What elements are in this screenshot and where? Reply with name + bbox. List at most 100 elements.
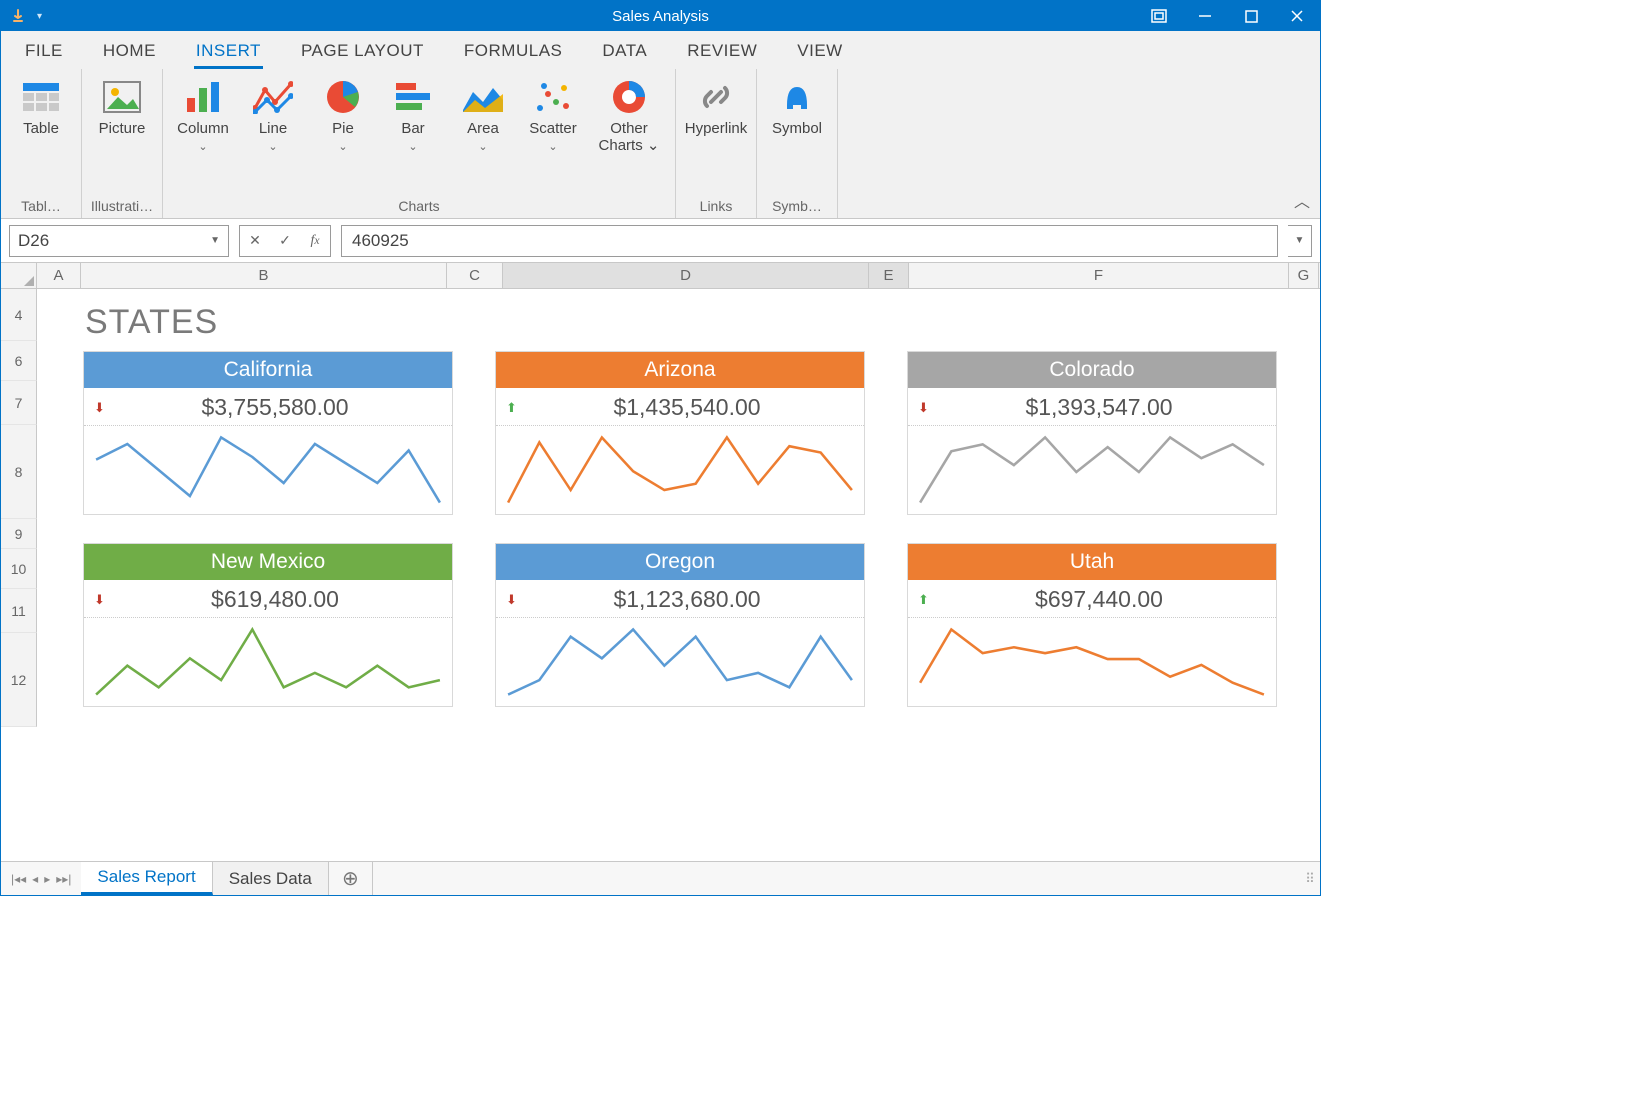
collapse-ribbon-icon[interactable]: ︿ — [1294, 188, 1310, 212]
cancel-formula-button[interactable]: ✕ — [240, 226, 270, 256]
select-all-corner[interactable] — [1, 263, 37, 288]
menu-tabs: FILE HOME INSERT PAGE LAYOUT FORMULAS DATA REV… — [1, 31, 1320, 69]
add-sheet-button[interactable]: ⊕ — [329, 862, 373, 895]
ribbon-area-button[interactable]: Area ⌄ — [451, 73, 515, 198]
card-value: $3,755,580.00 — [108, 394, 442, 421]
ribbon-group-links: HyperlinkLinks — [676, 69, 757, 218]
sheet-tab-sales-report[interactable]: Sales Report — [81, 862, 212, 895]
sheet-nav-next-icon[interactable]: ▸ — [44, 872, 50, 886]
ribbon: TableTabl…PictureIllustrati…Column⌄Line⌄… — [1, 69, 1320, 219]
chevron-down-icon: ⌄ — [478, 140, 487, 153]
formula-buttons: ✕ ✓ fx — [239, 225, 331, 257]
close-button[interactable] — [1274, 1, 1320, 31]
insert-function-button[interactable]: fx — [300, 226, 330, 256]
ribbon-hyperlink-button[interactable]: Hyperlink — [684, 73, 748, 198]
minimize-button[interactable] — [1182, 1, 1228, 31]
sheet-nav: |◂◂ ◂ ▸ ▸▸| — [1, 862, 81, 895]
ribbon-table-button[interactable]: Table — [9, 73, 73, 198]
card-value-row: ⬆$1,435,540.00 — [496, 388, 864, 426]
name-box-dropdown-icon[interactable]: ▼ — [210, 235, 220, 246]
menu-tab-page-layout[interactable]: PAGE LAYOUT — [299, 35, 426, 69]
ribbon-group-label: Charts — [171, 198, 667, 216]
formula-expand-icon[interactable]: ▼ — [1288, 225, 1312, 257]
state-card-new-mexico: New Mexico⬇$619,480.00 — [83, 543, 453, 707]
row-header-6[interactable]: 6 — [1, 341, 37, 381]
picture-icon — [102, 77, 142, 117]
titlebar: ▾ Sales Analysis — [1, 1, 1320, 31]
trend-down-icon: ⬇ — [94, 592, 108, 608]
state-card-oregon: Oregon⬇$1,123,680.00 — [495, 543, 865, 707]
sheet-nav-last-icon[interactable]: ▸▸| — [56, 872, 71, 886]
column-header-A[interactable]: A — [37, 263, 81, 288]
column-icon — [183, 77, 223, 117]
other-icon — [609, 77, 649, 117]
cell-area[interactable]: STATES California⬇$3,755,580.00Arizona⬆$… — [37, 289, 1320, 861]
sparkline — [84, 618, 452, 706]
menu-tab-review[interactable]: REVIEW — [685, 35, 759, 69]
menu-tab-view[interactable]: VIEW — [795, 35, 844, 69]
sheet-nav-first-icon[interactable]: |◂◂ — [11, 872, 26, 886]
window-title: Sales Analysis — [612, 8, 709, 25]
ribbon-item-label: Symbol — [772, 121, 822, 138]
enter-formula-button[interactable]: ✓ — [270, 226, 300, 256]
trend-up-icon: ⬆ — [918, 592, 932, 608]
sheet-tab-sales-data[interactable]: Sales Data — [213, 862, 329, 895]
column-header-E[interactable]: E — [869, 263, 909, 288]
row-header-4[interactable]: 4 — [1, 289, 37, 341]
state-card-colorado: Colorado⬇$1,393,547.00 — [907, 351, 1277, 515]
card-value: $1,393,547.00 — [932, 394, 1266, 421]
trend-up-icon: ⬆ — [506, 400, 520, 416]
scatter-icon — [533, 77, 573, 117]
ribbon-other-button[interactable]: Other Charts ⌄ — [591, 73, 667, 198]
row-header-12[interactable]: 12 — [1, 633, 37, 727]
card-header: Oregon — [496, 544, 864, 580]
sparkline — [496, 426, 864, 514]
ribbon-bar-button[interactable]: Bar⌄ — [381, 73, 445, 198]
card-value: $697,440.00 — [932, 586, 1266, 613]
chevron-down-icon: ⌄ — [548, 140, 557, 153]
spreadsheet-grid: ABCDEFG 46789101112 STATES California⬇$3… — [1, 263, 1320, 861]
sparkline — [84, 426, 452, 514]
ribbon-column-button[interactable]: Column ⌄ — [171, 73, 235, 198]
ribbon-scatter-button[interactable]: Scatter⌄ — [521, 73, 585, 198]
card-value-row: ⬇$1,393,547.00 — [908, 388, 1276, 426]
menu-tab-data[interactable]: DATA — [600, 35, 649, 69]
ribbon-line-button[interactable]: Line⌄ — [241, 73, 305, 198]
ribbon-picture-button[interactable]: Picture — [90, 73, 154, 198]
ribbon-item-label: Column — [177, 121, 229, 138]
menu-tab-insert[interactable]: INSERT — [194, 35, 263, 69]
ribbon-item-label: Other Charts ⌄ — [591, 121, 667, 154]
menu-tab-file[interactable]: FILE — [23, 35, 65, 69]
sheet-resize-handle[interactable]: ⠿ — [1300, 862, 1320, 895]
row-header-7[interactable]: 7 — [1, 381, 37, 425]
ribbon-item-label: Area — [467, 121, 499, 138]
sheet-nav-prev-icon[interactable]: ◂ — [32, 872, 38, 886]
name-box[interactable]: D26 ▼ — [9, 225, 229, 257]
ribbon-group-symb: SymbolSymb… — [757, 69, 838, 218]
row-header-8[interactable]: 8 — [1, 425, 37, 519]
column-header-G[interactable]: G — [1289, 263, 1319, 288]
formula-bar: D26 ▼ ✕ ✓ fx ▼ — [1, 219, 1320, 263]
menu-tab-formulas[interactable]: FORMULAS — [462, 35, 564, 69]
qat-touch-icon[interactable] — [9, 7, 27, 25]
ribbon-display-options-icon[interactable] — [1136, 1, 1182, 31]
menu-tab-home[interactable]: HOME — [101, 35, 158, 69]
card-value-row: ⬇$3,755,580.00 — [84, 388, 452, 426]
column-header-F[interactable]: F — [909, 263, 1289, 288]
column-header-B[interactable]: B — [81, 263, 447, 288]
qat-dropdown-icon[interactable]: ▾ — [33, 11, 46, 22]
row-header-11[interactable]: 11 — [1, 589, 37, 633]
ribbon-pie-button[interactable]: Pie⌄ — [311, 73, 375, 198]
column-header-D[interactable]: D — [503, 263, 869, 288]
column-header-C[interactable]: C — [447, 263, 503, 288]
ribbon-symbol-button[interactable]: Symbol — [765, 73, 829, 198]
card-header: Arizona — [496, 352, 864, 388]
maximize-button[interactable] — [1228, 1, 1274, 31]
card-header: California — [84, 352, 452, 388]
chevron-down-icon: ⌄ — [198, 140, 207, 153]
formula-input[interactable] — [341, 225, 1278, 257]
card-header: New Mexico — [84, 544, 452, 580]
row-header-10[interactable]: 10 — [1, 549, 37, 589]
card-value: $1,435,540.00 — [520, 394, 854, 421]
row-header-9[interactable]: 9 — [1, 519, 37, 549]
